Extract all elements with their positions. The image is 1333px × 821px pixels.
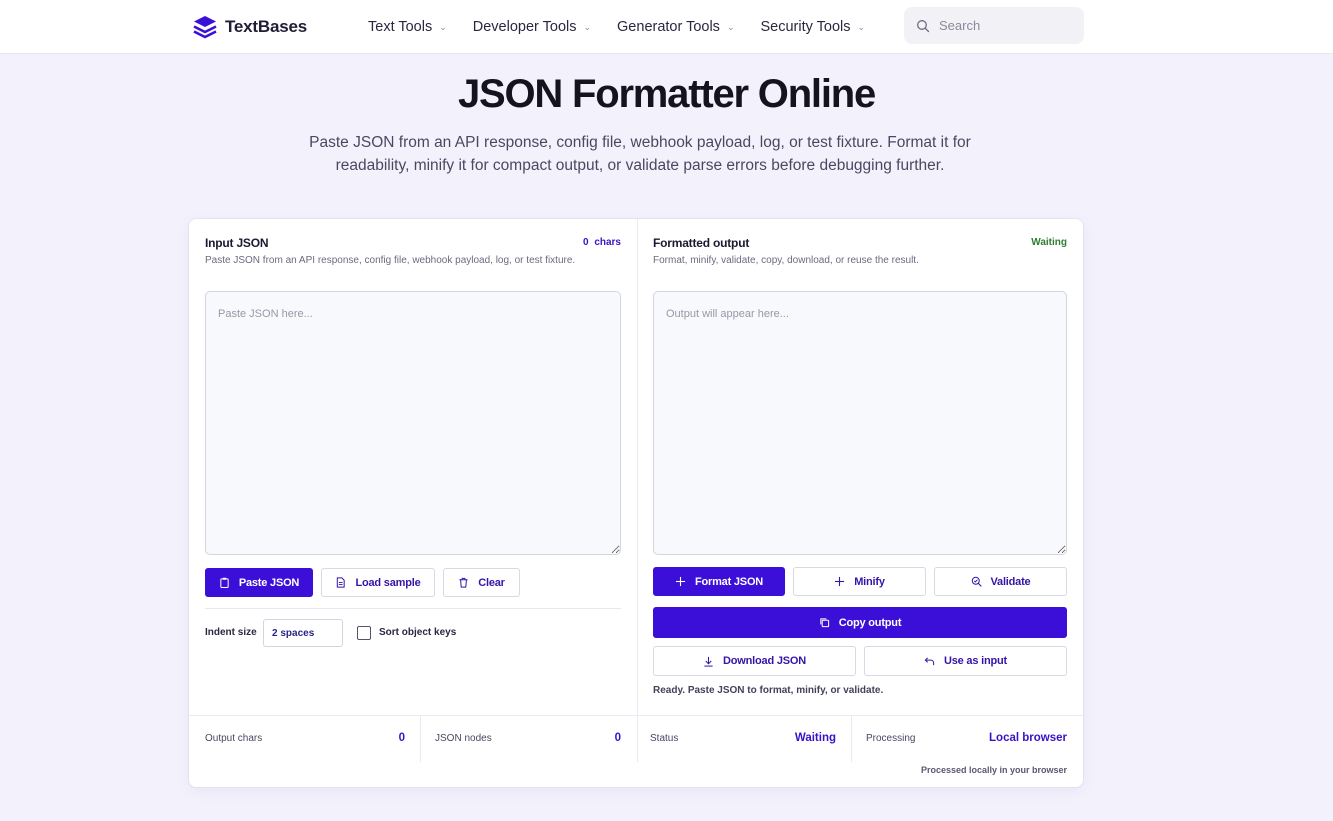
page-subtitle: Paste JSON from an API response, config … bbox=[309, 134, 971, 174]
menu-security-tools[interactable]: Security Tools ⌄ bbox=[760, 19, 865, 35]
json-output-textarea[interactable] bbox=[653, 291, 1067, 555]
menu-generator-tools[interactable]: Generator Tools ⌄ bbox=[617, 19, 734, 35]
copy-output-button[interactable]: Copy output bbox=[653, 607, 1067, 638]
output-panel-title: Formatted output bbox=[653, 236, 750, 250]
paste-json-button[interactable]: Paste JSON bbox=[205, 568, 313, 597]
stat-label: JSON nodes bbox=[435, 733, 492, 744]
main-menu: Text Tools ⌄ Developer Tools ⌄ Generator… bbox=[368, 0, 891, 54]
chevron-down-icon: ⌄ bbox=[583, 22, 592, 32]
brand-logo[interactable]: TextBases bbox=[191, 12, 307, 42]
chevron-down-icon: ⌄ bbox=[439, 22, 447, 32]
stat-divider bbox=[637, 716, 638, 762]
sort-keys-label[interactable]: Sort object keys bbox=[379, 627, 456, 638]
logo-icon bbox=[193, 16, 217, 39]
top-navbar: TextBases Text Tools ⌄ Developer Tools ⌄… bbox=[0, 0, 1333, 54]
stat-value: 0 bbox=[398, 732, 405, 744]
format-json-button[interactable]: Format JSON bbox=[653, 567, 785, 596]
load-sample-label: Load sample bbox=[355, 576, 421, 589]
stat-output-chars: Output chars 0 bbox=[205, 716, 405, 764]
copy-output-label: Copy output bbox=[838, 616, 902, 629]
validate-icon bbox=[971, 576, 982, 587]
processing-note: Processed locally in your browser bbox=[920, 765, 1067, 775]
download-json-label: Download JSON bbox=[723, 655, 806, 667]
json-input-textarea[interactable] bbox=[205, 291, 621, 555]
panel-divider bbox=[637, 219, 638, 715]
char-count-value: 0 bbox=[582, 237, 589, 248]
stat-label: Processing bbox=[866, 733, 916, 744]
plus-icon bbox=[675, 576, 686, 587]
load-sample-button[interactable]: Load sample bbox=[321, 568, 435, 597]
stat-processing: Processing Local browser bbox=[866, 716, 1067, 764]
menu-label: Generator Tools bbox=[617, 19, 720, 35]
format-json-label: Format JSON bbox=[694, 575, 764, 588]
formatter-card: Input JSON 0 chars Paste JSON from an AP… bbox=[188, 218, 1084, 788]
trash-icon bbox=[459, 577, 468, 588]
menu-label: Text Tools bbox=[368, 19, 433, 35]
menu-label: Security Tools bbox=[760, 19, 851, 35]
validate-button[interactable]: Validate bbox=[934, 567, 1067, 596]
chevron-down-icon: ⌄ bbox=[857, 22, 866, 32]
use-as-input-label: Use as input bbox=[943, 655, 1007, 667]
menu-text-tools[interactable]: Text Tools ⌄ bbox=[368, 19, 447, 35]
status-message: Ready. Paste JSON to format, minify, or … bbox=[653, 685, 884, 696]
output-status-badge: Waiting bbox=[1031, 237, 1067, 248]
search-icon bbox=[917, 19, 930, 32]
copy-icon bbox=[820, 618, 829, 628]
stat-value: Local browser bbox=[989, 732, 1067, 744]
page-title: JSON Formatter Online bbox=[457, 72, 876, 116]
char-count-unit: chars bbox=[594, 237, 621, 248]
file-icon bbox=[337, 577, 346, 588]
stat-status: Status Waiting bbox=[650, 716, 836, 764]
download-icon bbox=[704, 656, 713, 667]
search-input[interactable] bbox=[939, 18, 1069, 33]
download-json-button[interactable]: Download JSON bbox=[653, 646, 856, 676]
chevron-down-icon: ⌄ bbox=[726, 22, 735, 32]
use-as-input-button[interactable]: Use as input bbox=[864, 646, 1067, 676]
indent-size-value: 2 spaces bbox=[272, 627, 315, 639]
minify-label: Minify bbox=[854, 575, 885, 588]
stat-value: Waiting bbox=[794, 732, 836, 744]
input-panel-title: Input JSON bbox=[205, 236, 269, 250]
indent-size-select[interactable]: 2 spaces bbox=[263, 619, 343, 647]
menu-developer-tools[interactable]: Developer Tools ⌄ bbox=[473, 19, 591, 35]
brand-name: TextBases bbox=[225, 17, 307, 36]
stat-divider bbox=[420, 716, 421, 762]
stat-divider bbox=[851, 716, 852, 762]
stat-label: Output chars bbox=[205, 733, 263, 744]
validate-label: Validate bbox=[990, 575, 1031, 588]
stat-json-nodes: JSON nodes 0 bbox=[435, 716, 621, 764]
stat-label: Status bbox=[650, 733, 679, 744]
options-separator bbox=[205, 608, 621, 609]
plus-icon bbox=[835, 576, 845, 587]
clear-label: Clear bbox=[478, 576, 505, 589]
clipboard-icon bbox=[220, 577, 229, 588]
sort-keys-checkbox[interactable] bbox=[357, 626, 371, 640]
search-box bbox=[904, 7, 1084, 44]
menu-label: Developer Tools bbox=[472, 19, 577, 35]
paste-json-label: Paste JSON bbox=[238, 576, 300, 589]
input-char-count: 0 chars bbox=[549, 237, 621, 248]
stat-value: 0 bbox=[614, 732, 621, 744]
clear-button[interactable]: Clear bbox=[443, 568, 520, 597]
input-panel-description: Paste JSON from an API response, config … bbox=[205, 255, 576, 266]
undo-icon bbox=[924, 656, 935, 665]
output-panel-description: Format, minify, validate, copy, download… bbox=[653, 255, 919, 266]
minify-button[interactable]: Minify bbox=[793, 567, 926, 596]
indent-size-label: Indent size bbox=[205, 627, 257, 638]
